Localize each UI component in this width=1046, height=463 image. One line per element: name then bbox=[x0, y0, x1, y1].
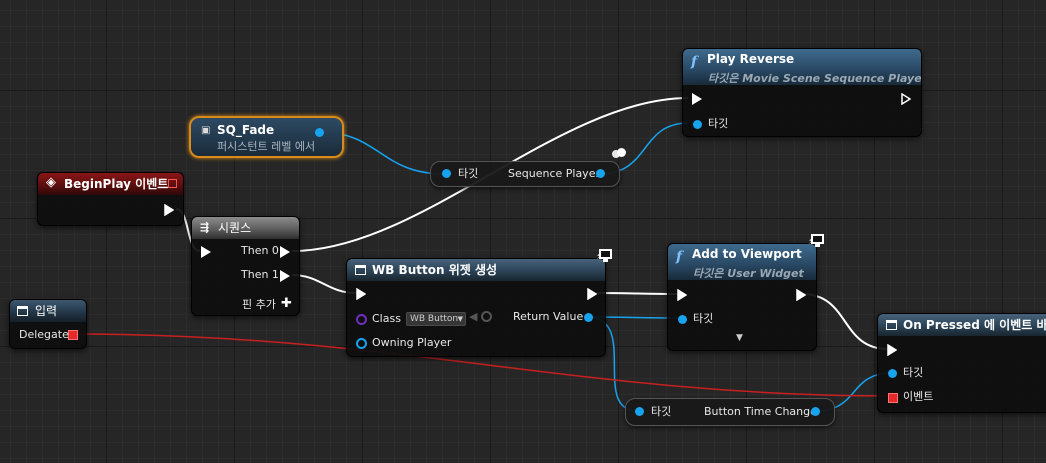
button-time-change-output-pin[interactable] bbox=[811, 407, 820, 416]
arrow-left-icon[interactable]: ◀ bbox=[469, 310, 477, 323]
sequence-title: 시퀀스 bbox=[218, 221, 252, 235]
play-reverse-subtitle: 타깃은 Movie Scene Sequence Player bbox=[708, 72, 921, 85]
on-pressed-event-label: 이벤트 bbox=[903, 390, 934, 403]
begin-play-header[interactable]: ◈ BeginPlay 이벤트 bbox=[38, 173, 183, 195]
input-node-icon bbox=[17, 306, 28, 316]
sq-fade-subtitle: 퍼시스턴트 레벨 에서 bbox=[217, 140, 316, 153]
input-header[interactable]: 입력 bbox=[10, 300, 86, 322]
create-widget-class-label: Class bbox=[372, 312, 401, 325]
class-select[interactable]: WB Button ▼ bbox=[406, 312, 466, 326]
create-widget-return-label: Return Value bbox=[513, 310, 584, 323]
create-widget-node[interactable]: WB Button 위젯 생성 Class WB Button ▼ ◀ Retu… bbox=[346, 258, 606, 357]
play-reverse-exec-out[interactable] bbox=[901, 93, 911, 105]
event-delegate-square-icon bbox=[168, 179, 177, 188]
on-pressed-target-pin[interactable] bbox=[888, 369, 897, 378]
add-to-viewport-target-pin[interactable] bbox=[678, 315, 687, 324]
add-to-viewport-target-label: 타깃 bbox=[693, 312, 714, 325]
begin-play-exec-out[interactable] bbox=[164, 204, 174, 216]
create-widget-owning-player-label: Owning Player bbox=[372, 336, 452, 349]
create-widget-title: WB Button 위젯 생성 bbox=[372, 263, 498, 277]
on-pressed-header[interactable]: On Pressed 에 이벤트 바인딩 bbox=[878, 314, 1046, 336]
sequence-player-output-label: Sequence Player bbox=[508, 167, 600, 180]
dropdown-arrow-icon: ▼ bbox=[457, 315, 463, 323]
sq-fade-output-pin[interactable] bbox=[315, 128, 324, 137]
sq-fade-title: SQ_Fade bbox=[217, 123, 275, 137]
widget-icon bbox=[886, 320, 897, 330]
search-icon[interactable] bbox=[481, 311, 492, 322]
monitor-icon: ⚡ bbox=[808, 234, 826, 248]
on-pressed-exec-in[interactable] bbox=[887, 344, 897, 356]
plus-icon[interactable]: ✚ bbox=[281, 296, 292, 311]
sequence-header[interactable]: ⇶ 시퀀스 bbox=[192, 217, 299, 239]
play-reverse-target-label: 타깃 bbox=[708, 117, 729, 130]
create-widget-exec-out[interactable] bbox=[587, 288, 597, 300]
add-to-viewport-exec-in[interactable] bbox=[677, 289, 687, 301]
on-pressed-target-label: 타깃 bbox=[903, 366, 924, 379]
sequence-player-node[interactable]: 타깃 Sequence Player bbox=[430, 161, 620, 187]
create-widget-exec-in[interactable] bbox=[356, 288, 366, 300]
create-widget-owning-player-pin[interactable] bbox=[356, 338, 367, 349]
sequence-icon: ⇶ bbox=[200, 221, 210, 234]
sequence-then1-pin[interactable] bbox=[280, 270, 290, 282]
add-to-viewport-exec-out[interactable] bbox=[796, 289, 806, 301]
button-time-change-output-label: Button Time Change bbox=[704, 405, 817, 418]
play-reverse-exec-in[interactable] bbox=[692, 93, 702, 105]
event-diamond-icon: ◈ bbox=[46, 175, 56, 190]
context-bubble-icon bbox=[612, 148, 626, 158]
button-time-change-node[interactable]: 타깃 Button Time Change bbox=[625, 398, 835, 426]
exec-wire-createwidget-addviewport bbox=[595, 292, 679, 295]
button-time-change-target-pin[interactable] bbox=[635, 407, 644, 416]
sequence-player-output-pin[interactable] bbox=[596, 169, 605, 178]
input-delegate-pin[interactable] bbox=[68, 330, 78, 340]
button-time-change-target-label: 타깃 bbox=[651, 405, 672, 418]
sequence-player-target-label: 타깃 bbox=[458, 167, 479, 180]
class-select-value: WB Button bbox=[410, 314, 459, 324]
add-to-viewport-header[interactable]: f Add to Viewport 타깃은 User Widget bbox=[668, 244, 816, 280]
sequence-add-pin-label[interactable]: 핀 추가 bbox=[242, 298, 276, 312]
sq-fade-node[interactable]: ▣ SQ_Fade 퍼시스턴트 레벨 에서 bbox=[189, 116, 344, 158]
function-f-icon: f bbox=[691, 54, 698, 70]
on-pressed-bind-node[interactable]: On Pressed 에 이벤트 바인딩 타깃 이벤트 bbox=[877, 313, 1046, 413]
actor-variable-icon: ▣ bbox=[201, 125, 211, 136]
begin-play-node[interactable]: ◈ BeginPlay 이벤트 bbox=[37, 172, 184, 226]
sequence-exec-in[interactable] bbox=[201, 246, 211, 258]
sequence-then0-label: Then 0 bbox=[241, 244, 279, 257]
add-to-viewport-node[interactable]: f Add to Viewport 타깃은 User Widget 타깃 ▼ bbox=[667, 243, 817, 351]
sequence-then0-pin[interactable] bbox=[280, 246, 290, 258]
monitor-icon: ⚡ bbox=[596, 249, 614, 263]
add-to-viewport-title: Add to Viewport bbox=[692, 247, 802, 261]
sequence-then1-label: Then 1 bbox=[241, 268, 279, 281]
create-widget-header[interactable]: WB Button 위젯 생성 bbox=[347, 259, 605, 281]
on-pressed-title: On Pressed 에 이벤트 바인딩 bbox=[903, 318, 1046, 332]
sequence-player-target-pin[interactable] bbox=[442, 169, 451, 178]
play-reverse-header[interactable]: f Play Reverse 타깃은 Movie Scene Sequence … bbox=[683, 49, 921, 85]
sequence-node[interactable]: ⇶ 시퀀스 Then 0 Then 1 핀 추가 ✚ bbox=[191, 216, 300, 316]
function-f-icon: f bbox=[676, 249, 683, 265]
begin-play-title: BeginPlay 이벤트 bbox=[64, 177, 169, 191]
play-reverse-title: Play Reverse bbox=[707, 52, 795, 66]
add-to-viewport-subtitle: 타깃은 User Widget bbox=[693, 267, 804, 280]
play-reverse-node[interactable]: f Play Reverse 타깃은 Movie Scene Sequence … bbox=[682, 48, 922, 137]
input-title: 입력 bbox=[35, 304, 58, 318]
create-widget-class-pin[interactable] bbox=[356, 314, 367, 325]
create-widget-return-pin[interactable] bbox=[584, 313, 593, 322]
chevron-down-icon[interactable]: ▼ bbox=[736, 333, 743, 343]
input-node[interactable]: 입력 Delegate bbox=[9, 299, 87, 349]
widget-icon bbox=[355, 265, 366, 275]
play-reverse-target-pin[interactable] bbox=[693, 120, 702, 129]
on-pressed-event-pin[interactable] bbox=[888, 393, 898, 403]
input-delegate-label: Delegate bbox=[19, 328, 69, 341]
